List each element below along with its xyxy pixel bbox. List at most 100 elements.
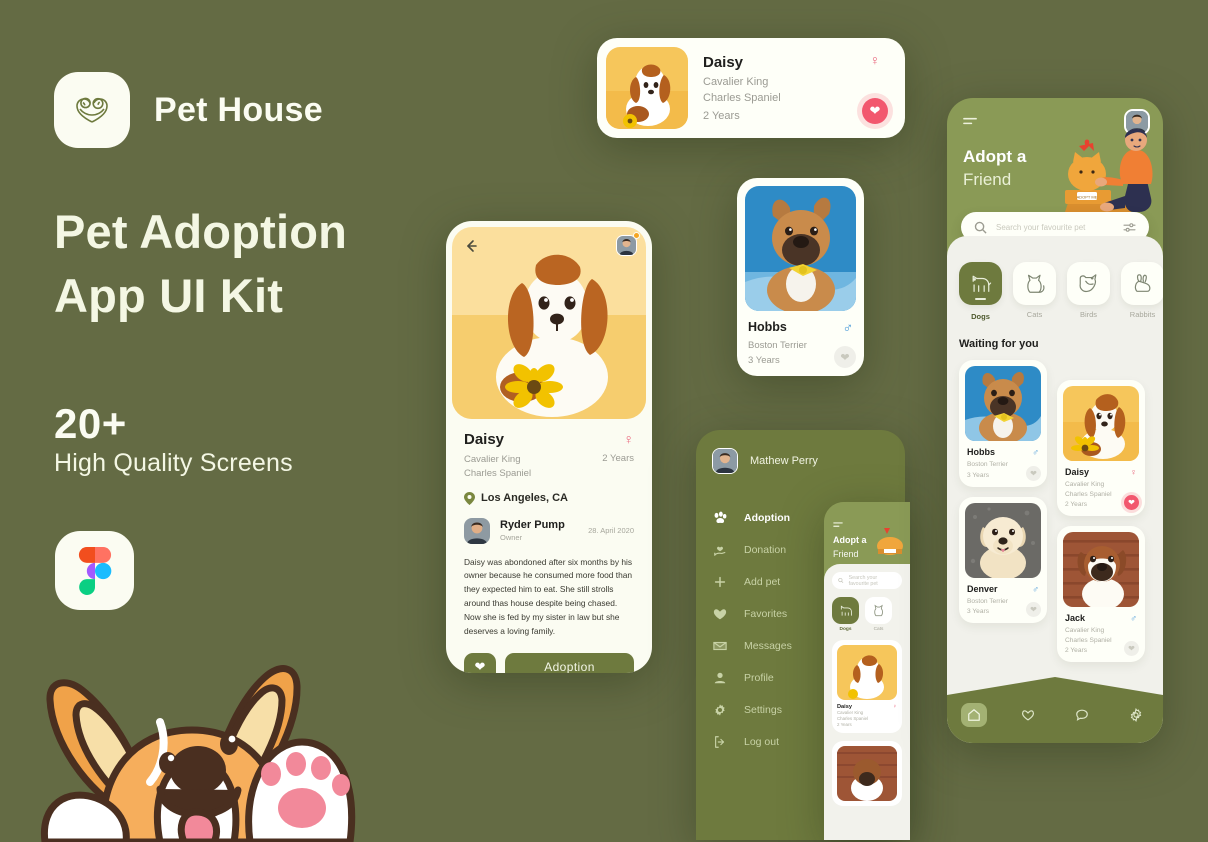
home-hero: Adopt a Friend ADOPT ME bbox=[947, 98, 1163, 226]
preview-pet-card[interactable] bbox=[832, 741, 902, 807]
female-symbol-icon: ♀ bbox=[623, 431, 635, 447]
pet-info: Denver ♂ Boston Terrier 3 Years ❤ bbox=[965, 578, 1041, 618]
heart-icon[interactable] bbox=[1015, 703, 1041, 727]
pet-age: 2 Years bbox=[602, 453, 634, 464]
pet-photo bbox=[1063, 386, 1139, 461]
pet-name: Daisy bbox=[1065, 467, 1090, 477]
pet-photo bbox=[965, 502, 1041, 578]
preview-sheet: Search your favourite pet Dogs Cats Dais… bbox=[824, 564, 910, 840]
title-line-1: Pet Adoption bbox=[54, 205, 348, 258]
pet-name: Hobbs bbox=[748, 320, 787, 334]
pet-info: Daisy Cavalier King Charles Spaniel 2 Yea… bbox=[703, 54, 862, 123]
page-title: Pet Adoption App UI Kit bbox=[54, 200, 347, 328]
male-symbol-icon: ♂ bbox=[1032, 447, 1039, 457]
pet-name-row: Denver ♂ bbox=[967, 584, 1039, 594]
pet-info: Jack ♂ Cavalier King Charles Spaniel 2 Ye… bbox=[1063, 607, 1139, 657]
logout-icon bbox=[712, 735, 728, 749]
pet-age: 2 Years bbox=[837, 722, 852, 728]
post-date: 28. April 2020 bbox=[588, 526, 634, 535]
corgi-mascot-illustration bbox=[40, 665, 356, 842]
category-dogs[interactable]: Dogs bbox=[959, 262, 1002, 321]
paw-icon bbox=[712, 511, 728, 525]
pet-card-hobbs[interactable]: Hobbs ♂ Boston Terrier 3 Years ❤ bbox=[959, 360, 1047, 487]
owner-role: Owner bbox=[500, 533, 523, 542]
figma-logo-icon bbox=[55, 531, 134, 610]
pet-name-row: Jack ♂ bbox=[1065, 613, 1137, 623]
heart-icon bbox=[712, 607, 728, 621]
chat-icon[interactable] bbox=[1069, 703, 1095, 727]
pet-description: Daisy was abondoned after six months by … bbox=[464, 556, 633, 636]
preview-category-label: Cats bbox=[873, 627, 884, 632]
menu-item-label: Messages bbox=[744, 640, 792, 652]
gear-icon[interactable] bbox=[1123, 703, 1149, 727]
brand-name: Pet House bbox=[154, 90, 323, 129]
pet-card-daisy[interactable]: Daisy ♀ Cavalier King Charles Spaniel 2 Y… bbox=[1057, 380, 1145, 517]
pet-name-row: Hobbs ♂ bbox=[748, 319, 853, 335]
heart-outline-icon: ❤ bbox=[1026, 465, 1041, 481]
favorite-button[interactable]: ❤ bbox=[1026, 465, 1041, 481]
favorite-button[interactable]: ❤ bbox=[862, 98, 888, 124]
pet-breed-row: Cavalier King Charles Spaniel 2 Years bbox=[464, 453, 634, 482]
pet-info: Hobbs ♂ Boston Terrier 3 Years ❤ bbox=[965, 441, 1041, 481]
search-icon bbox=[974, 221, 987, 234]
home-icon[interactable] bbox=[961, 703, 987, 727]
pet-photo bbox=[1063, 532, 1139, 608]
pet-name: Daisy bbox=[703, 53, 744, 71]
brand-row: Pet House bbox=[54, 72, 323, 148]
heart-outline-icon: ❤ bbox=[834, 346, 856, 369]
pet-name-row: Hobbs ♂ bbox=[967, 447, 1039, 457]
pet-name: Daisy bbox=[464, 431, 505, 448]
pet-card-daisy[interactable]: Daisy Cavalier King Charles Spaniel 2 Yea… bbox=[597, 38, 905, 138]
pet-location-label: Los Angeles, CA bbox=[481, 492, 568, 504]
menu-user-name: Mathew Perry bbox=[750, 455, 818, 467]
favorite-button[interactable]: ❤ bbox=[1124, 641, 1139, 657]
favorite-button[interactable]: ❤ bbox=[1124, 495, 1139, 511]
menu-item-label: Donation bbox=[744, 544, 787, 556]
screen-count: 20+ bbox=[54, 400, 127, 447]
pet-photo bbox=[745, 186, 856, 311]
section-title: Waiting for you bbox=[959, 338, 1039, 350]
menu-item-label: Adoption bbox=[744, 512, 791, 524]
pet-hero-photo bbox=[452, 227, 646, 419]
preview-category-label: Dogs bbox=[839, 627, 852, 632]
owner-row[interactable]: Ryder Pump Owner 28. April 2020 bbox=[464, 517, 634, 544]
preview-categories: Dogs Cats bbox=[832, 597, 902, 632]
cat-icon bbox=[865, 597, 892, 624]
preview-search-placeholder: Search your favourite pet bbox=[848, 574, 878, 587]
favorite-button[interactable]: ❤ bbox=[1026, 602, 1041, 618]
pet-card-hobbs[interactable]: Hobbs ♂ Boston Terrier 3 Years ❤ bbox=[737, 178, 864, 376]
preview-category-cats[interactable]: Cats bbox=[865, 597, 892, 632]
preview-category-dogs[interactable]: Dogs bbox=[832, 597, 859, 632]
category-tabs: Dogs Cats Birds Rabbits bbox=[959, 262, 1163, 321]
menu-user-row[interactable]: Mathew Perry bbox=[696, 430, 905, 474]
detail-actions: ❤ Adoption bbox=[464, 652, 634, 673]
pet-breed: Cavalier King Charles Spaniel bbox=[703, 75, 781, 104]
pet-card-denver[interactable]: Denver ♂ Boston Terrier 3 Years ❤ bbox=[959, 496, 1047, 624]
favorite-button[interactable]: ❤ bbox=[464, 652, 496, 673]
pet-info: Daisy ♀ Cavalier King Charles Spaniel 2 Y… bbox=[1063, 461, 1139, 511]
cat-icon bbox=[1013, 262, 1056, 305]
filter-sliders-icon[interactable] bbox=[1123, 222, 1136, 233]
heart-outline-icon: ❤ bbox=[1026, 602, 1041, 618]
male-symbol-icon: ♂ bbox=[842, 319, 854, 335]
category-label: Cats bbox=[1026, 310, 1043, 319]
bottom-nav bbox=[947, 687, 1163, 743]
adoption-button[interactable]: Adoption bbox=[505, 652, 634, 673]
preview-search[interactable]: Search your favourite pet bbox=[832, 572, 902, 589]
menu-item-label: Profile bbox=[744, 672, 774, 684]
category-birds[interactable]: Birds bbox=[1067, 262, 1110, 321]
category-cats[interactable]: Cats bbox=[1013, 262, 1056, 321]
plus-icon bbox=[712, 575, 728, 589]
home-screen: Adopt a Friend ADOPT ME Search your favo… bbox=[947, 98, 1163, 743]
hamburger-icon[interactable] bbox=[833, 521, 843, 529]
favorite-button[interactable]: ❤ bbox=[834, 346, 856, 369]
category-label: Dogs bbox=[971, 312, 990, 321]
pet-card-jack[interactable]: Jack ♂ Cavalier King Charles Spaniel 2 Ye… bbox=[1057, 526, 1145, 663]
back-button[interactable] bbox=[462, 237, 480, 255]
male-symbol-icon: ♂ bbox=[1032, 583, 1039, 594]
preview-pet-card[interactable]: Daisy ♀ Cavalier King Charles Spaniel 2 Y… bbox=[832, 640, 902, 734]
pet-house-logo-icon bbox=[54, 72, 130, 148]
heart-outline-icon: ❤ bbox=[1124, 641, 1139, 657]
category-rabbits[interactable]: Rabbits bbox=[1121, 262, 1163, 321]
bird-icon bbox=[1067, 262, 1110, 305]
